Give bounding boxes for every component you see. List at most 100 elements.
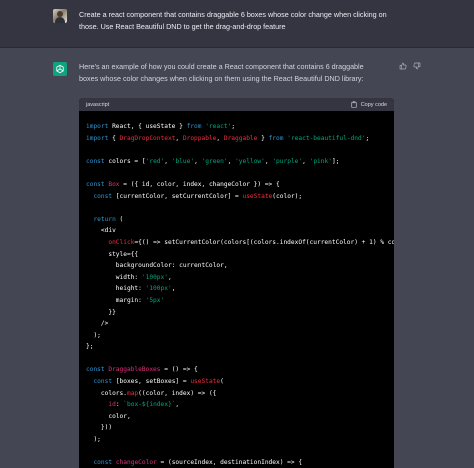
clipboard-icon [351, 101, 357, 108]
code-token: Box [108, 180, 120, 188]
code-block: javascript Copy code import React, { use… [79, 98, 394, 468]
code-token: { [112, 134, 120, 142]
code-token: , [194, 157, 202, 165]
code-token: [currentColor, setCurrentColor] = [115, 192, 243, 200]
assistant-message-row: Here's an example of how you could creat… [0, 48, 474, 468]
assistant-intro-text: Here's an example of how you could creat… [79, 62, 364, 83]
thumbs-down-icon[interactable] [412, 61, 422, 71]
code-token: const [86, 180, 109, 188]
code-token: React, { useState } [112, 123, 187, 130]
code-token: , [175, 401, 180, 409]
code-block-header: javascript Copy code [79, 98, 394, 111]
code-token: ]; [331, 157, 340, 165]
code-token: '5px' [145, 296, 165, 304]
code-line: const Box = ({ id, color, index, changeC… [86, 179, 387, 191]
code-token: const [86, 366, 109, 374]
code-line: color, [86, 411, 387, 423]
code-token: style={{ [86, 250, 139, 258]
code-token: 'purple' [272, 157, 303, 165]
code-token: const [93, 378, 116, 386]
code-token: setCurrentColor(colors[(colors.indexOf(c… [164, 238, 394, 246]
user-avatar [53, 9, 67, 23]
code-line: return ( [86, 214, 387, 226]
code-token: const [86, 157, 109, 165]
code-token: map [126, 389, 139, 397]
copy-code-button[interactable]: Copy code [351, 101, 387, 108]
code-token: margin: [86, 296, 146, 304]
code-language-label: javascript [86, 101, 110, 108]
code-line: height: '100px', [86, 283, 387, 295]
code-token: = (sourceIndex, destinationIndex) => { [156, 459, 303, 467]
code-token: (color); [272, 192, 303, 200]
code-token: changeColor [115, 459, 157, 467]
code-token: 'react' [205, 123, 232, 130]
code-line: id: `box-${index}`, [86, 399, 387, 411]
code-token: , [302, 157, 310, 165]
code-token: backgroundColor: currentColor, [86, 262, 228, 270]
code-line: style={{ [86, 249, 387, 261]
code-line: ); [86, 330, 387, 342]
code-token: } [257, 134, 269, 142]
code-token: , [171, 285, 176, 293]
code-token: width: [86, 273, 142, 281]
code-line: import { DragDropContext, Droppable, Dra… [86, 133, 387, 145]
code-line: const DraggableBoxes = () => { [86, 364, 387, 376]
code-token: <div [86, 227, 116, 235]
code-token: = () => { [160, 366, 198, 374]
code-token: height: [86, 285, 146, 293]
thumbs-up-icon[interactable] [398, 61, 408, 71]
code-token: ; [231, 123, 236, 130]
code-line: const colors = ['red', 'blue', 'green', … [86, 156, 387, 168]
code-token: colors. [86, 389, 127, 397]
code-token: '100px' [141, 273, 168, 281]
code-token: 'pink' [309, 157, 332, 165]
code-token: ((color, index) => ({ [138, 389, 217, 397]
thumbs-down-svg [413, 62, 421, 70]
code-token: 'blue' [171, 157, 195, 165]
code-token: Droppable [182, 134, 217, 142]
code-token: `box-${index}` [123, 401, 176, 409]
openai-logo-icon [53, 62, 67, 76]
code-token: import [86, 134, 113, 142]
code-token: color, [86, 412, 131, 420]
code-token: Draggable [223, 134, 258, 142]
code-token: from [268, 134, 288, 142]
code-line: })) [86, 422, 387, 434]
code-line: colors.map((color, index) => ({ [86, 388, 387, 400]
code-token: 'yellow' [235, 157, 265, 165]
code-token: onClick [108, 238, 135, 246]
code-line: ); [86, 434, 387, 446]
avatar-body-shape [55, 17, 65, 23]
code-token: id [108, 401, 116, 409]
code-token: /> [86, 320, 109, 328]
code-token: '100px' [145, 285, 172, 293]
code-line: backgroundColor: currentColor, [86, 260, 387, 272]
code-token: from [186, 123, 206, 130]
code-token: }} [86, 308, 116, 316]
user-prompt-text: Create a react component that contains d… [79, 10, 387, 31]
code-token: colors = [ [108, 157, 146, 165]
code-token: DraggableBoxes [108, 366, 161, 374]
openai-logo-svg [56, 64, 64, 74]
code-token: const [93, 192, 116, 200]
code-token: , [167, 273, 172, 281]
code-line: const [boxes, setBoxes] = useState( [86, 376, 387, 388]
code-line: const changeColor = (sourceIndex, destin… [86, 457, 387, 468]
code-token: = ({ id, color, index, changeColor }) =>… [119, 180, 280, 188]
code-line: margin: '5px' [86, 295, 387, 307]
thumbs-up-svg [399, 62, 407, 70]
code-line: onClick={() => setCurrentColor(colors[(c… [86, 237, 394, 249]
code-token: 'react-beautiful-dnd' [287, 134, 366, 142]
code-token: , [175, 134, 183, 142]
code-line: const [currentColor, setCurrentColor] = … [86, 191, 387, 203]
code-line: <div [86, 225, 387, 237]
code-token: , [216, 134, 224, 142]
code-token: , [164, 157, 172, 165]
code-token: ; [365, 134, 370, 142]
code-line: /> [86, 318, 387, 330]
